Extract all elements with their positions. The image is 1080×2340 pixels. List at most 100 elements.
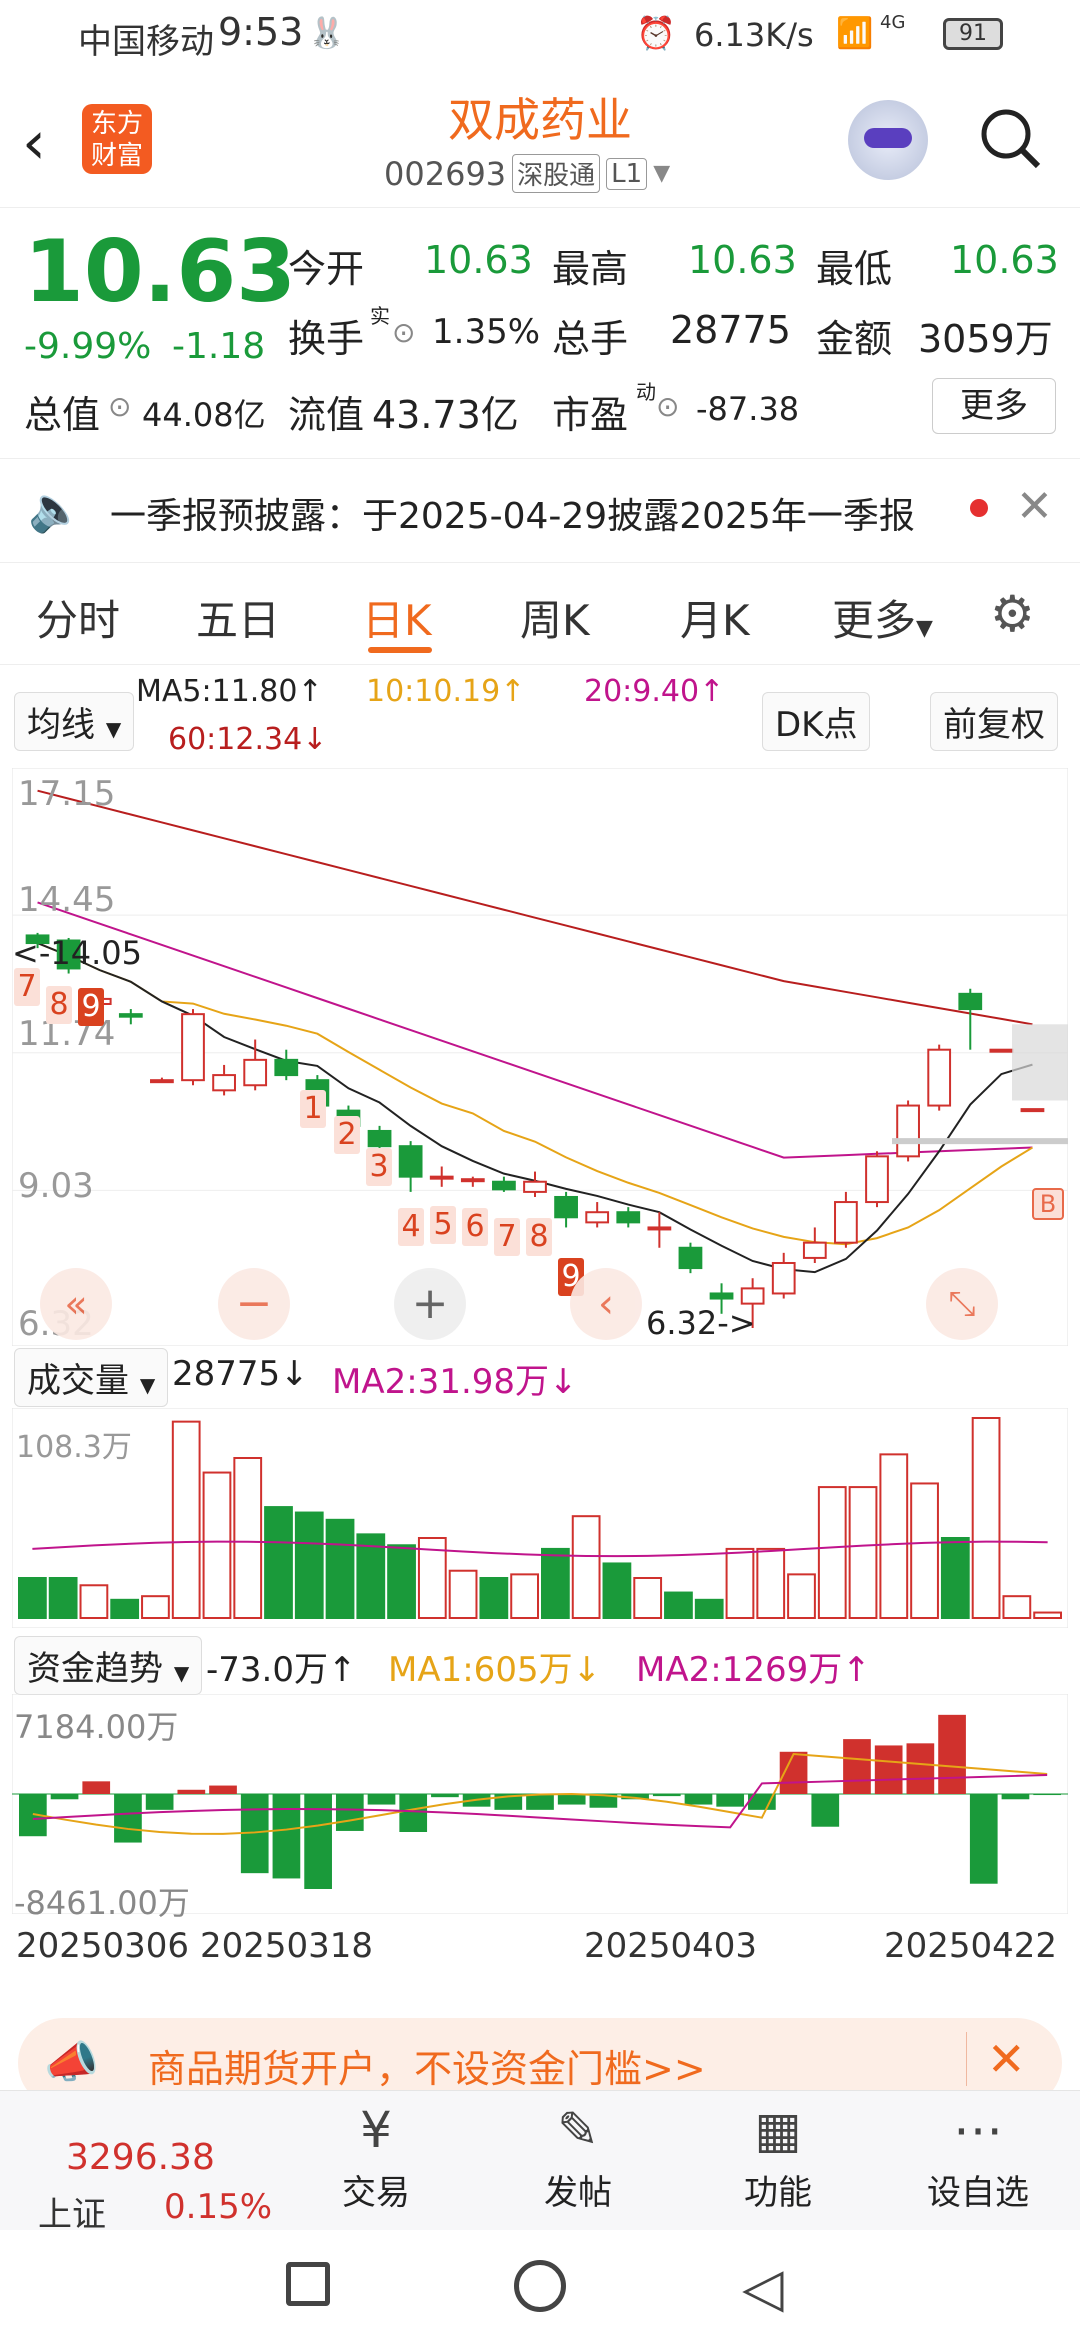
notice-bar[interactable]: 🔈 一季报预披露：于2025-04-29披露2025年一季报 ✕ — [0, 458, 1080, 563]
info-icon[interactable]: ⊙ — [656, 390, 679, 423]
adjust-button[interactable]: 前复权 — [930, 692, 1058, 751]
index-change[interactable]: 0.15% — [164, 2187, 272, 2227]
nav-functions[interactable]: ▦ 功能 — [708, 2091, 848, 2214]
volume-bar — [110, 1598, 140, 1619]
index-name[interactable]: 上证 — [38, 2187, 106, 2236]
level-tag: L1 — [606, 157, 648, 190]
scroll-left-button[interactable]: « — [40, 1268, 112, 1340]
stock-code: 002693 — [384, 154, 507, 193]
sequence-number: 8 — [46, 986, 72, 1024]
volume-bar — [756, 1547, 786, 1619]
tab-five-day[interactable]: 五日 — [196, 587, 280, 648]
tab-more[interactable]: 更多▼ — [832, 587, 933, 648]
tab-weekly-k[interactable]: 周K — [520, 587, 590, 648]
low-label: 最低 — [816, 247, 893, 291]
search-icon[interactable] — [976, 104, 1041, 169]
zoom-in-button[interactable]: + — [394, 1268, 466, 1340]
recent-apps-icon[interactable] — [286, 2262, 330, 2306]
close-icon[interactable]: ✕ — [1016, 481, 1053, 532]
y-tick-2: 14.45 — [18, 880, 116, 920]
fund-bar — [652, 1794, 681, 1797]
fund-bar — [1001, 1794, 1030, 1800]
low-value: 10.63 — [950, 238, 1059, 282]
close-icon[interactable]: ✕ — [966, 2032, 1026, 2086]
candle — [398, 1145, 423, 1178]
zoom-out-button[interactable]: − — [218, 1268, 290, 1340]
sequence-number: 9 — [78, 988, 104, 1026]
volume-current: 28775↓ — [172, 1354, 309, 1394]
fund-ma1: MA1:605万↓ — [388, 1650, 602, 1690]
volume-bar — [940, 1537, 970, 1619]
low-marker: 6.32-> — [646, 1304, 756, 1342]
gear-icon[interactable]: ⚙ — [990, 585, 1035, 643]
tab-daily-k[interactable]: 日K — [362, 587, 432, 648]
home-icon[interactable] — [514, 2260, 566, 2312]
volume-bar — [817, 1486, 847, 1619]
fund-ma2: MA2:1269万↑ — [636, 1650, 871, 1690]
candle — [243, 1058, 268, 1087]
hk-connect-tag: 深股通 — [512, 154, 601, 193]
more-button[interactable]: 更多 — [932, 378, 1056, 434]
index-value[interactable]: 3296.38 — [66, 2137, 215, 2178]
turnover-label: 换手 — [288, 317, 365, 361]
float-value: 43.73亿 — [372, 393, 519, 437]
fund-bar — [209, 1785, 237, 1794]
fund-selector[interactable]: 资金趋势 ▼ — [14, 1636, 203, 1695]
info-icon[interactable]: ⊙ — [392, 316, 415, 349]
ma-selector[interactable]: 均线 ▼ — [14, 692, 135, 751]
candle — [492, 1180, 516, 1191]
notice-dot — [970, 499, 988, 517]
stock-code-row[interactable]: 002693 深股通 L1 ▼ — [384, 154, 670, 193]
volume-bar — [787, 1573, 816, 1619]
last-price: 10.63 — [24, 222, 297, 322]
volume-bar — [325, 1518, 355, 1619]
volume-chart[interactable] — [12, 1408, 1068, 1628]
volume-bar — [141, 1595, 170, 1620]
nav-add-watchlist[interactable]: ⋯ 设自选 — [908, 2091, 1048, 2214]
network-type: 4G — [880, 12, 906, 33]
float-label: 流值 — [288, 393, 365, 437]
fullscreen-button[interactable]: ⤡ — [926, 1268, 998, 1340]
info-icon[interactable]: ⊙ — [108, 390, 131, 423]
stock-header: ‹ 东方 财富 双成药业 002693 深股通 L1 ▼ — [0, 72, 1080, 207]
system-nav: ◁ — [0, 2230, 1080, 2340]
fund-bar — [82, 1781, 111, 1794]
step-left-button[interactable]: ‹ — [570, 1268, 642, 1340]
app-notification-icon: 🐰 — [308, 16, 346, 51]
yuan-icon: ¥ — [360, 2101, 392, 2159]
robot-avatar-icon[interactable] — [848, 100, 928, 180]
date-2: 20250318 — [200, 1926, 374, 1966]
dk-point-button[interactable]: DK点 — [762, 692, 871, 751]
wifi-icon: 📶 — [836, 16, 874, 51]
notice-text: 一季报预披露：于2025-04-29披露2025年一季报 — [110, 496, 915, 537]
nav-post[interactable]: ✎ 发帖 — [508, 2091, 648, 2214]
fund-bar — [1033, 1794, 1061, 1796]
kline-chart[interactable] — [12, 768, 1068, 1346]
tab-monthly-k[interactable]: 月K — [680, 587, 750, 648]
candle — [367, 1129, 392, 1148]
tab-indicator — [368, 647, 432, 653]
candle — [616, 1211, 641, 1224]
tab-intraday[interactable]: 分时 — [36, 587, 120, 648]
ma60-line — [37, 789, 1033, 1026]
fund-bar — [716, 1794, 745, 1807]
period-tabs: 分时 五日 日K 周K 月K 更多▼ ⚙ — [0, 565, 1080, 665]
candle — [865, 1155, 889, 1204]
dropdown-icon: ▼ — [173, 1661, 190, 1685]
mktcap-value: 44.08亿 — [142, 396, 266, 434]
volume-bar — [910, 1482, 939, 1619]
nav-trade[interactable]: ¥ 交易 — [306, 2091, 446, 2214]
volume-selector[interactable]: 成交量 ▼ — [14, 1348, 169, 1407]
fund-bar — [177, 1789, 206, 1794]
turnover-sup: 实 — [370, 304, 390, 328]
back-nav-icon[interactable]: ◁ — [742, 2256, 784, 2319]
buy-signal-badge[interactable]: B — [1032, 1188, 1064, 1220]
volume-bar — [48, 1577, 78, 1619]
sequence-number: 7 — [14, 968, 40, 1006]
alarm-icon: ⏰ — [636, 14, 676, 52]
fund-bar — [874, 1745, 903, 1794]
candle — [585, 1211, 610, 1224]
ma60-label: 60:12.34↓ — [168, 722, 328, 757]
candle — [678, 1246, 703, 1270]
dropdown-icon: ▼ — [653, 161, 671, 186]
